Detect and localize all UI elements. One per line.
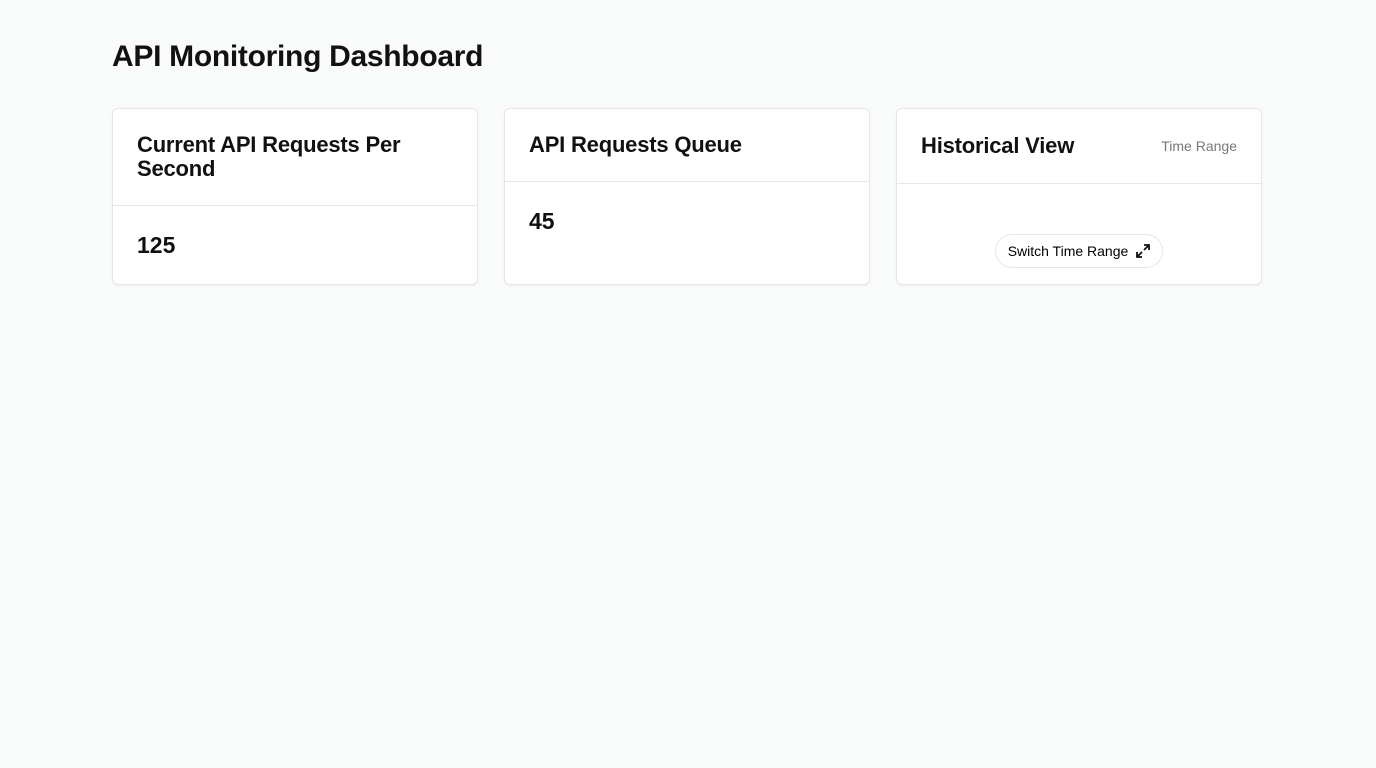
switch-time-range-label: Switch Time Range — [1007, 243, 1129, 259]
rps-card: Current API Requests Per Second 125 — [112, 108, 478, 285]
card-title: API Requests Queue — [529, 132, 742, 157]
queue-value: 45 — [529, 208, 555, 234]
historical-card: Historical View Time Range Switch Time R… — [896, 108, 1262, 285]
card-title: Historical View — [921, 133, 1075, 158]
time-range-label: Time Range — [1161, 138, 1237, 154]
queue-card: API Requests Queue 45 — [504, 108, 870, 285]
expand-icon — [1136, 244, 1151, 258]
switch-time-range-button[interactable]: Switch Time Range — [994, 234, 1164, 268]
page-title: API Monitoring Dashboard — [112, 40, 484, 73]
card-title: Current API Requests Per Second — [137, 132, 401, 181]
rps-value: 125 — [137, 232, 176, 258]
